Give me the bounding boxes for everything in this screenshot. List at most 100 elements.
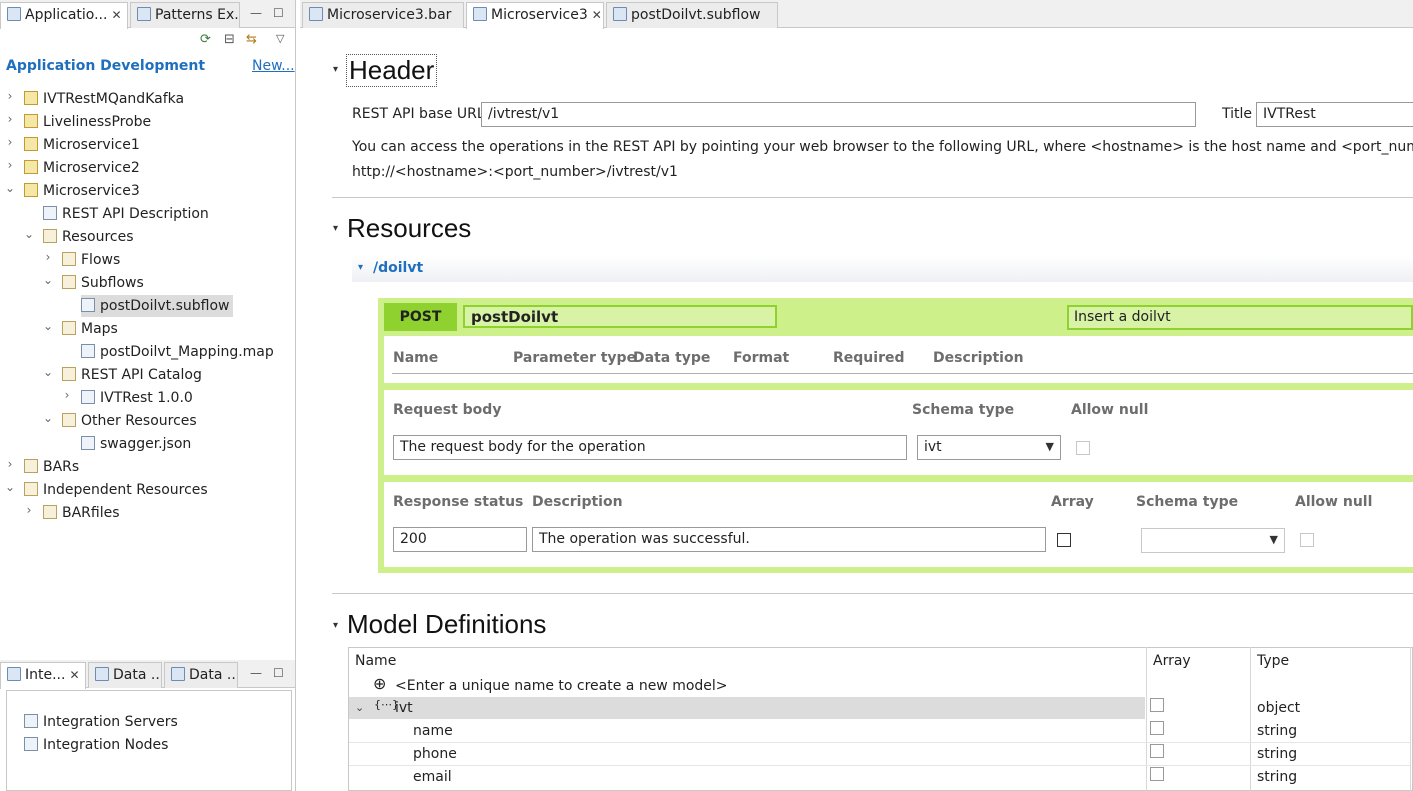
maximize-icon[interactable]: ☐ [273,666,284,680]
chevron-right-icon[interactable]: › [42,250,54,264]
new-model-input[interactable]: <Enter a unique name to create a new mod… [395,678,728,694]
chevron-right-icon[interactable]: › [4,89,16,103]
link-editor-icon[interactable]: ⇆ [246,32,257,47]
chevron-right-icon[interactable]: › [61,388,73,402]
chevron-down-icon[interactable]: ⌄ [42,273,54,287]
minimize-icon[interactable]: — [250,6,262,20]
tree-item-microservice2[interactable]: Microservice2 [24,157,140,179]
operation-name-input[interactable]: postDoilvt [463,305,777,328]
tab-microservice3-bar[interactable]: Microservice3.bar [302,2,464,28]
folder-icon [24,459,38,473]
property-type[interactable]: string [1257,769,1297,785]
response-description-label: Description [532,494,623,510]
tab-postdoilvt-subflow[interactable]: postDoilvt.subflow [606,2,778,28]
tree-item-ivtrestmqandkafka[interactable]: IVTRestMQandKafka [24,88,184,110]
data-project-icon [95,667,109,681]
chevron-right-icon[interactable]: › [23,503,35,517]
model-name-ivt[interactable]: ivt [395,700,413,716]
request-allow-null-checkbox[interactable] [1076,441,1090,455]
property-name[interactable]: name [413,723,453,739]
property-array-checkbox[interactable] [1150,767,1164,781]
chevron-down-icon[interactable]: ⌄ [4,480,16,494]
tree-item-independent-resources[interactable]: Independent Resources [24,479,208,501]
chevron-right-icon[interactable]: › [4,158,16,172]
property-array-checkbox[interactable] [1150,721,1164,735]
tree-item-swagger-json[interactable]: swagger.json [81,433,191,455]
tree-item-barfiles[interactable]: BARfiles [43,502,120,524]
table-row-selected[interactable] [349,697,1145,719]
tree-item-postdoilvt-mapping[interactable]: postDoilvt_Mapping.map [81,341,274,363]
response-schema-select[interactable]: ▼ [1141,528,1285,553]
chevron-right-icon[interactable]: › [4,112,16,126]
tab-data-source[interactable]: Data ... [164,662,238,688]
tree-item-microservice3[interactable]: Microservice3 [24,180,140,202]
response-description-input[interactable]: The operation was successful. [532,527,1046,552]
folder-icon [43,229,57,243]
tree-item-rest-api-catalog[interactable]: REST API Catalog [62,364,202,386]
collapse-resources-icon[interactable]: ▾ [333,223,338,234]
tree-item-flows[interactable]: Flows [62,249,120,271]
resource-path: /doilvt [373,260,424,276]
request-schema-select[interactable]: ivt ▼ [917,435,1061,460]
tree-item-subflows[interactable]: Subflows [62,272,144,294]
base-url-input[interactable]: /ivtrest/v1 [481,102,1196,127]
tab-patterns-explorer[interactable]: Patterns Ex... [130,2,240,28]
property-type[interactable]: string [1257,746,1297,762]
collapse-all-icon[interactable]: ⊟ [224,32,235,47]
model-col-type: Type [1257,653,1290,669]
header-section-title[interactable]: Header [346,54,438,87]
integration-nodes-item[interactable]: Integration Nodes [24,734,168,756]
chevron-down-icon[interactable]: ⌄ [4,181,16,195]
collapse-models-icon[interactable]: ▾ [333,620,338,631]
chevron-right-icon[interactable]: › [4,457,16,471]
subflow-icon [613,7,627,21]
tree-item-bars[interactable]: BARs [24,456,79,478]
chevron-down-icon[interactable]: ⌄ [42,411,54,425]
tab-data-project[interactable]: Data ... [88,662,162,688]
model-type-ivt[interactable]: object [1257,700,1300,716]
collapse-header-icon[interactable]: ▾ [333,64,338,75]
minimize-icon[interactable]: — [250,666,262,680]
chevron-right-icon[interactable]: › [4,135,16,149]
chevron-down-icon[interactable]: ⌄ [355,701,364,714]
expand-resource-icon[interactable]: ▾ [358,262,363,273]
response-allow-null-checkbox[interactable] [1300,533,1314,547]
sync-icon[interactable]: ⟳ [200,32,211,47]
tree-item-resources[interactable]: Resources [43,226,134,248]
tree-item-postdoilvt-subflow[interactable]: postDoilvt.subflow [81,295,234,317]
maximize-icon[interactable]: ☐ [273,6,284,20]
tab-integration-explorer[interactable]: Inte... ✕ [0,662,86,689]
response-status-input[interactable]: 200 [393,527,527,552]
model-array-checkbox[interactable] [1150,698,1164,712]
tree-item-other-resources[interactable]: Other Resources [62,410,197,432]
property-phone[interactable]: phone [413,746,457,762]
title-input[interactable]: IVTRest [1256,102,1413,127]
chevron-down-icon[interactable]: ⌄ [42,319,54,333]
new-link[interactable]: New... [252,58,295,74]
response-allow-null-label: Allow null [1295,494,1373,510]
tree-item-rest-api-description[interactable]: REST API Description [43,203,209,225]
tree-item-maps[interactable]: Maps [62,318,118,340]
operation-description-input[interactable]: Insert a doilvt [1067,305,1413,330]
close-icon[interactable]: ✕ [111,8,121,22]
chevron-down-icon: ▼ [1269,533,1278,546]
tab-microservice3[interactable]: Microservice3 ✕ [466,2,604,29]
close-icon[interactable]: ✕ [69,668,79,682]
resource-path-bar[interactable] [352,256,1413,282]
property-email[interactable]: email [413,769,452,785]
response-array-checkbox[interactable] [1057,533,1071,547]
chevron-down-icon[interactable]: ⌄ [42,365,54,379]
request-body-description-input[interactable]: The request body for the operation [393,435,907,460]
property-type[interactable]: string [1257,723,1297,739]
property-array-checkbox[interactable] [1150,744,1164,758]
chevron-down-icon[interactable]: ⌄ [23,227,35,241]
tab-application-development[interactable]: Applicatio... ✕ [0,2,128,29]
add-model-icon[interactable]: ⊕ [373,674,386,693]
tree-item-ivtrest-catalog[interactable]: IVTRest 1.0.0 [81,387,193,409]
divider [1250,647,1251,791]
integration-servers-item[interactable]: Integration Servers [24,711,178,733]
close-icon[interactable]: ✕ [592,8,602,22]
view-menu-icon[interactable]: ▽ [276,32,284,45]
tree-item-microservice1[interactable]: Microservice1 [24,134,140,156]
tree-item-livelinessprobe[interactable]: LivelinessProbe [24,111,151,133]
